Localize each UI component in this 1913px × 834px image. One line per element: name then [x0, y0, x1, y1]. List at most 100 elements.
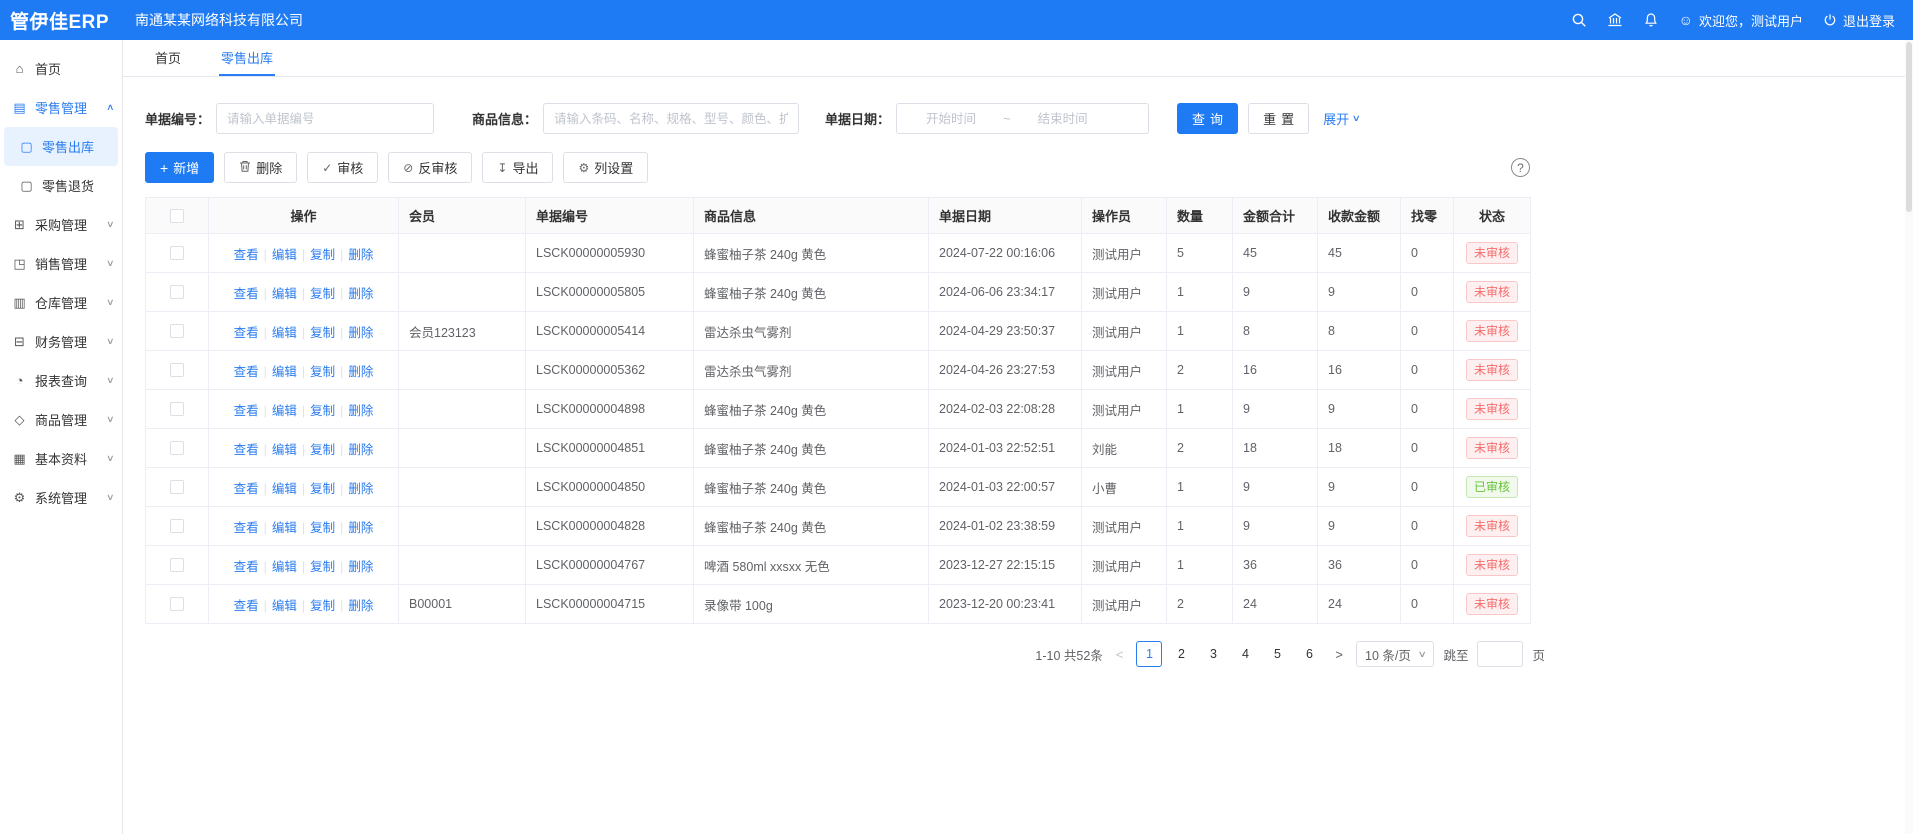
row-action-copy[interactable]: 复制	[310, 560, 335, 574]
row-action-delete[interactable]: 删除	[348, 287, 373, 301]
window-scrollbar[interactable]	[1905, 40, 1913, 834]
row-action-view[interactable]: 查看	[234, 365, 259, 379]
row-action-copy[interactable]: 复制	[310, 365, 335, 379]
row-action-delete[interactable]: 删除	[348, 521, 373, 535]
row-checkbox[interactable]	[170, 519, 184, 533]
row-action-view[interactable]: 查看	[234, 248, 259, 262]
sidebar-item-finance[interactable]: ⊟财务管理∨	[0, 322, 122, 361]
row-action-copy[interactable]: 复制	[310, 599, 335, 613]
page-button-1[interactable]: 1	[1136, 641, 1162, 667]
sidebar-item-retail-outbound[interactable]: ▢零售出库	[4, 127, 118, 166]
row-action-copy[interactable]: 复制	[310, 326, 335, 340]
row-checkbox[interactable]	[170, 558, 184, 572]
row-action-edit[interactable]: 编辑	[272, 404, 297, 418]
row-checkbox[interactable]	[170, 246, 184, 260]
row-action-view[interactable]: 查看	[234, 443, 259, 457]
tab-home[interactable]: 首页	[153, 40, 183, 76]
search-button[interactable]: 查询	[1177, 103, 1238, 134]
row-action-delete[interactable]: 删除	[348, 404, 373, 418]
table-row: 查看|编辑|复制|删除LSCK00000004898蜂蜜柚子茶 240g 黄色2…	[146, 390, 1531, 429]
row-checkbox[interactable]	[170, 597, 184, 611]
sidebar-item-purchase[interactable]: ⊞采购管理∨	[0, 205, 122, 244]
row-action-edit[interactable]: 编辑	[272, 560, 297, 574]
date-range-picker[interactable]: ~	[896, 103, 1149, 134]
row-action-edit[interactable]: 编辑	[272, 443, 297, 457]
row-action-copy[interactable]: 复制	[310, 248, 335, 262]
bill-no-input[interactable]	[216, 103, 434, 134]
sidebar-item-retail[interactable]: ▤零售管理∧	[0, 88, 122, 127]
row-action-copy[interactable]: 复制	[310, 404, 335, 418]
row-action-view[interactable]: 查看	[234, 326, 259, 340]
prev-page-icon[interactable]: <	[1112, 647, 1128, 662]
row-checkbox[interactable]	[170, 402, 184, 416]
product-info-input[interactable]	[543, 103, 799, 134]
bank-icon[interactable]	[1607, 12, 1623, 28]
reset-button[interactable]: 重置	[1248, 103, 1309, 134]
row-action-view[interactable]: 查看	[234, 599, 259, 613]
sidebar-item-system[interactable]: ⚙系统管理∨	[0, 478, 122, 517]
add-button[interactable]: + 新增	[145, 152, 214, 183]
sidebar-item-warehouse[interactable]: ▥仓库管理∨	[0, 283, 122, 322]
row-action-edit[interactable]: 编辑	[272, 248, 297, 262]
next-page-icon[interactable]: >	[1331, 647, 1347, 662]
page-button-4[interactable]: 4	[1232, 641, 1258, 667]
column-settings-button[interactable]: ⚙ 列设置	[563, 152, 648, 183]
row-action-edit[interactable]: 编辑	[272, 365, 297, 379]
sidebar-item-goods[interactable]: ◇商品管理∨	[0, 400, 122, 439]
row-action-copy[interactable]: 复制	[310, 443, 335, 457]
export-button[interactable]: ↧ 导出	[482, 152, 553, 183]
row-action-delete[interactable]: 删除	[348, 443, 373, 457]
row-action-copy[interactable]: 复制	[310, 521, 335, 535]
user-welcome[interactable]: ☺ 欢迎您，测试用户	[1679, 11, 1803, 30]
scrollbar-thumb[interactable]	[1906, 42, 1912, 212]
row-action-delete[interactable]: 删除	[348, 326, 373, 340]
row-action-edit[interactable]: 编辑	[272, 287, 297, 301]
row-action-delete[interactable]: 删除	[348, 365, 373, 379]
row-action-view[interactable]: 查看	[234, 287, 259, 301]
select-all-checkbox[interactable]	[170, 209, 184, 223]
bell-icon[interactable]	[1643, 12, 1659, 28]
page-button-2[interactable]: 2	[1168, 641, 1194, 667]
sidebar-item-base[interactable]: ▦基本资料∨	[0, 439, 122, 478]
expand-link[interactable]: 展开 ∨	[1323, 109, 1360, 128]
row-checkbox[interactable]	[170, 285, 184, 299]
sidebar-item-report[interactable]: ◔报表查询∨	[0, 361, 122, 400]
date-start-input[interactable]	[905, 112, 997, 126]
page-button-5[interactable]: 5	[1264, 641, 1290, 667]
row-action-copy[interactable]: 复制	[310, 482, 335, 496]
row-checkbox[interactable]	[170, 324, 184, 338]
row-action-edit[interactable]: 编辑	[272, 521, 297, 535]
page-size-select[interactable]: 10 条/页 ∨	[1356, 641, 1434, 667]
row-action-delete[interactable]: 删除	[348, 248, 373, 262]
unaudit-button[interactable]: ⊘ 反审核	[388, 152, 472, 183]
page-button-3[interactable]: 3	[1200, 641, 1226, 667]
row-action-view[interactable]: 查看	[234, 560, 259, 574]
row-action-copy[interactable]: 复制	[310, 287, 335, 301]
row-action-edit[interactable]: 编辑	[272, 482, 297, 496]
sidebar-item-sales[interactable]: ◳销售管理∨	[0, 244, 122, 283]
row-checkbox[interactable]	[170, 441, 184, 455]
row-action-delete[interactable]: 删除	[348, 560, 373, 574]
row-checkbox[interactable]	[170, 480, 184, 494]
help-icon[interactable]: ?	[1511, 158, 1530, 177]
tab-retail-outbound[interactable]: 零售出库	[219, 40, 275, 76]
row-checkbox[interactable]	[170, 363, 184, 377]
logout-button[interactable]: 退出登录	[1823, 11, 1895, 30]
sidebar-item-retail-return[interactable]: ▢零售退货	[4, 166, 118, 205]
row-action-edit[interactable]: 编辑	[272, 326, 297, 340]
row-action-view[interactable]: 查看	[234, 404, 259, 418]
audit-button[interactable]: ✓ 审核	[307, 152, 378, 183]
row-action-delete[interactable]: 删除	[348, 599, 373, 613]
jump-page-input[interactable]	[1477, 641, 1523, 667]
row-action-edit[interactable]: 编辑	[272, 599, 297, 613]
row-action-view[interactable]: 查看	[234, 482, 259, 496]
row-action-delete[interactable]: 删除	[348, 482, 373, 496]
date-end-input[interactable]	[1017, 112, 1109, 126]
sidebar-item-label: 零售管理	[35, 98, 105, 117]
delete-button[interactable]: 删除	[224, 152, 297, 183]
row-action-view[interactable]: 查看	[234, 521, 259, 535]
search-icon[interactable]	[1571, 12, 1587, 28]
page-button-6[interactable]: 6	[1296, 641, 1322, 667]
sidebar-item-home[interactable]: ⌂首页	[0, 49, 122, 88]
expand-link-label: 展开	[1323, 109, 1349, 128]
